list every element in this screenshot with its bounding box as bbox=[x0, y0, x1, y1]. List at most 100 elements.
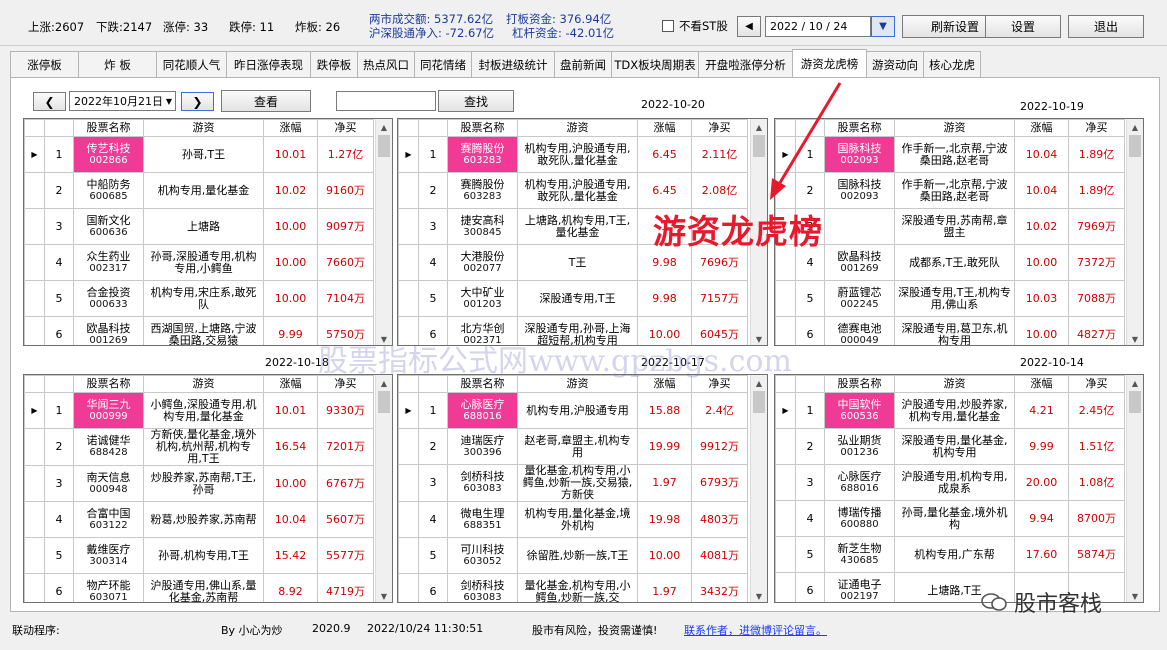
table-row[interactable]: 4 微电生理 688351 机构专用,量化基金,境外机构 19.98 4803万 bbox=[398, 501, 748, 538]
table-row[interactable]: 5 戴维医疗 300314 孙哥,机构专用,T王 15.42 5577万 bbox=[24, 537, 374, 574]
header-change[interactable]: 涨幅 bbox=[1014, 119, 1069, 137]
stock-cell[interactable]: 剑桥科技 603083 bbox=[447, 464, 518, 502]
header-net[interactable]: 净买 bbox=[317, 119, 374, 137]
tab-hot-money-trend[interactable]: 游资动向 bbox=[866, 51, 924, 78]
stock-cell[interactable]: 大中矿业 001203 bbox=[447, 280, 518, 317]
tab-core-dragon[interactable]: 核心龙虎 bbox=[923, 51, 981, 78]
scroll-thumb[interactable] bbox=[753, 391, 765, 413]
stock-cell[interactable]: 微电生理 688351 bbox=[447, 501, 518, 538]
stock-cell[interactable]: 欧晶科技 001269 bbox=[73, 316, 144, 345]
stock-cell[interactable]: 心脉医疗 688016 bbox=[447, 392, 518, 429]
header-trader[interactable]: 游资 bbox=[894, 119, 1015, 137]
stock-cell[interactable]: 蔚蓝锂芯 002245 bbox=[824, 280, 895, 317]
scroll-down-icon[interactable]: ▼ bbox=[1127, 331, 1143, 345]
stock-cell[interactable]: 中船防务 600685 bbox=[73, 172, 144, 209]
stock-cell[interactable]: 德赛电池 000049 bbox=[824, 316, 895, 345]
table-row[interactable]: ▶ 1 中国软件 600536 沪股通专用,炒股养家,机构专用,量化基金 4.21 2.45… bbox=[775, 392, 1125, 429]
trader-grid-5[interactable]: 股票名称 游资 涨幅 净买 ▶ 1 心脉医疗 688016 机构专用,沪股通专用 15.88 2.4… bbox=[397, 374, 768, 603]
stock-cell[interactable]: 大港股份 002077 bbox=[447, 244, 518, 281]
stock-cell[interactable]: 华闻三九 000999 bbox=[73, 392, 144, 429]
tab-tdx-cycle[interactable]: TDX板块周期表 bbox=[611, 51, 699, 78]
date-select[interactable]: 2022年10月21日 ▼ bbox=[69, 91, 176, 111]
vertical-scrollbar[interactable]: ▲ ▼ bbox=[375, 119, 392, 345]
contact-link[interactable]: 联系作者，进微博评论留言。 bbox=[684, 622, 827, 638]
stock-cell[interactable]: 物产环能 603071 bbox=[73, 573, 144, 602]
tab-hot-money-list[interactable]: 游资龙虎榜 bbox=[792, 49, 867, 78]
table-row[interactable]: 5 蔚蓝锂芯 002245 深股通专用,T王,机构专用,佛山系 10.03 7088万 bbox=[775, 280, 1125, 317]
stock-cell[interactable]: 诺诚健华 688428 bbox=[73, 428, 144, 466]
stock-cell[interactable] bbox=[824, 208, 895, 245]
vertical-scrollbar[interactable]: ▲ ▼ bbox=[375, 375, 392, 602]
stock-cell[interactable]: 欧晶科技 001269 bbox=[824, 244, 895, 281]
table-row[interactable]: ▶ 1 传艺科技 002866 孙哥,T王 10.01 1.27亿 bbox=[24, 136, 374, 173]
stock-cell[interactable]: 国新文化 600636 bbox=[73, 208, 144, 245]
tab-hot-topics[interactable]: 热点风口 bbox=[357, 51, 415, 78]
next-day-button[interactable]: ❯ bbox=[181, 92, 214, 111]
table-row[interactable]: 5 合金投资 000633 机构专用,宋庄系,敢死队 10.00 7104万 bbox=[24, 280, 374, 317]
exit-button[interactable]: 退出 bbox=[1068, 15, 1144, 38]
scroll-down-icon[interactable]: ▼ bbox=[751, 588, 767, 602]
scroll-up-icon[interactable]: ▲ bbox=[1127, 375, 1143, 391]
tab-limit-down[interactable]: 跌停板 bbox=[310, 51, 358, 78]
table-row[interactable]: 5 大中矿业 001203 深股通专用,T王 9.98 7157万 bbox=[398, 280, 748, 317]
prev-date-button[interactable]: ◀ bbox=[737, 16, 761, 37]
stock-cell[interactable]: 迪瑞医疗 300396 bbox=[447, 428, 518, 465]
table-row[interactable]: 2 诺诚健华 688428 方新侠,量化基金,境外机构,杭州帮,机构专用,T王 16.5… bbox=[24, 428, 374, 466]
tab-yesterday-limit-up[interactable]: 昨日涨停表现 bbox=[226, 51, 311, 78]
table-row[interactable]: 6 剑桥科技 603083 量化基金,机构专用,小鳄鱼,炒新一族,交 1.97 3432万 bbox=[398, 573, 748, 602]
vertical-scrollbar[interactable]: ▲ ▼ bbox=[1126, 119, 1143, 345]
stock-cell[interactable]: 合金投资 000633 bbox=[73, 280, 144, 317]
tab-ths-sentiment[interactable]: 同花情绪 bbox=[414, 51, 472, 78]
table-row[interactable]: 4 众生药业 002317 孙哥,深股通专用,机构专用,小鳄鱼 10.00 7660万 bbox=[24, 244, 374, 281]
scroll-thumb[interactable] bbox=[378, 135, 390, 157]
table-row[interactable]: 3 南天信息 000948 炒股养家,苏南帮,T王,孙哥 10.00 6767万 bbox=[24, 465, 374, 502]
stock-cell[interactable]: 剑桥科技 603083 bbox=[447, 573, 518, 602]
header-change[interactable]: 涨幅 bbox=[263, 119, 318, 137]
tab-broken-board[interactable]: 炸 板 bbox=[78, 51, 157, 78]
search-input[interactable] bbox=[336, 91, 436, 111]
stock-cell[interactable]: 可川科技 603052 bbox=[447, 537, 518, 574]
header-stock[interactable]: 股票名称 bbox=[824, 375, 895, 393]
scroll-up-icon[interactable]: ▲ bbox=[376, 119, 392, 135]
table-row[interactable]: 3 国新文化 600636 上塘路 10.00 9097万 bbox=[24, 208, 374, 245]
header-trader[interactable]: 游资 bbox=[143, 375, 264, 393]
table-row[interactable]: 5 可川科技 603052 徐留胜,炒新一族,T王 10.00 4081万 bbox=[398, 537, 748, 574]
table-row[interactable]: ▶ 1 华闻三九 000999 小鳄鱼,深股通专用,机构专用,量化基金 10.01 9330… bbox=[24, 392, 374, 429]
scroll-up-icon[interactable]: ▲ bbox=[1127, 119, 1143, 135]
stock-cell[interactable]: 新芝生物 430685 bbox=[824, 536, 895, 573]
stock-cell[interactable]: 南天信息 000948 bbox=[73, 465, 144, 502]
header-stock[interactable]: 股票名称 bbox=[447, 119, 518, 137]
stock-cell[interactable]: 戴维医疗 300314 bbox=[73, 537, 144, 574]
scroll-thumb[interactable] bbox=[378, 391, 390, 413]
header-stock[interactable]: 股票名称 bbox=[73, 119, 144, 137]
stock-cell[interactable]: 捷安高科 300845 bbox=[447, 208, 518, 245]
scroll-thumb[interactable] bbox=[1129, 391, 1141, 413]
tab-premarket-news[interactable]: 盘前新闻 bbox=[554, 51, 612, 78]
header-trader[interactable]: 游资 bbox=[894, 375, 1015, 393]
stock-cell[interactable]: 博瑞传播 600880 bbox=[824, 500, 895, 537]
tab-board-progress[interactable]: 封板进级统计 bbox=[471, 51, 555, 78]
table-row[interactable]: 2 弘业期货 001236 深股通专用,量化基金,机构专用 9.99 1.51亿 bbox=[775, 428, 1125, 465]
stock-cell[interactable]: 弘业期货 001236 bbox=[824, 428, 895, 465]
view-button[interactable]: 查看 bbox=[221, 90, 311, 112]
header-stock[interactable]: 股票名称 bbox=[73, 375, 144, 393]
stock-cell[interactable]: 心脉医疗 688016 bbox=[824, 464, 895, 501]
stock-cell[interactable]: 赛腾股份 603283 bbox=[447, 172, 518, 209]
table-row[interactable]: 2 赛腾股份 603283 机构专用,沪股通专用,敢死队,量化基金 6.45 2.08亿 bbox=[398, 172, 748, 209]
header-trader[interactable]: 游资 bbox=[143, 119, 264, 137]
date-field[interactable]: 2022 / 10 / 24 bbox=[765, 16, 871, 37]
trader-grid-4[interactable]: 股票名称 游资 涨幅 净买 ▶ 1 华闻三九 000999 小鳄鱼,深股通专用,机构专用,量化基… bbox=[23, 374, 393, 603]
table-row[interactable]: 2 中船防务 600685 机构专用,量化基金 10.02 9160万 bbox=[24, 172, 374, 209]
stock-cell[interactable]: 传艺科技 002866 bbox=[73, 136, 144, 173]
vertical-scrollbar[interactable]: ▲ ▼ bbox=[1126, 375, 1143, 602]
header-net[interactable]: 净买 bbox=[691, 119, 748, 137]
header-change[interactable]: 涨幅 bbox=[263, 375, 318, 393]
trader-grid-6[interactable]: 股票名称 游资 涨幅 净买 ▶ 1 中国软件 600536 沪股通专用,炒股养家,机构专用,量化… bbox=[774, 374, 1144, 603]
tab-limit-up[interactable]: 涨停板 bbox=[10, 51, 79, 78]
header-change[interactable]: 涨幅 bbox=[637, 119, 692, 137]
settings-button[interactable]: 设置 bbox=[985, 15, 1061, 38]
header-net[interactable]: 净买 bbox=[1068, 375, 1125, 393]
table-row[interactable]: 3 剑桥科技 603083 量化基金,机构专用,小鳄鱼,炒新一族,交易猿,方新侠 1.9… bbox=[398, 464, 748, 502]
header-net[interactable]: 净买 bbox=[1068, 119, 1125, 137]
prev-day-button[interactable]: ❮ bbox=[33, 92, 66, 111]
